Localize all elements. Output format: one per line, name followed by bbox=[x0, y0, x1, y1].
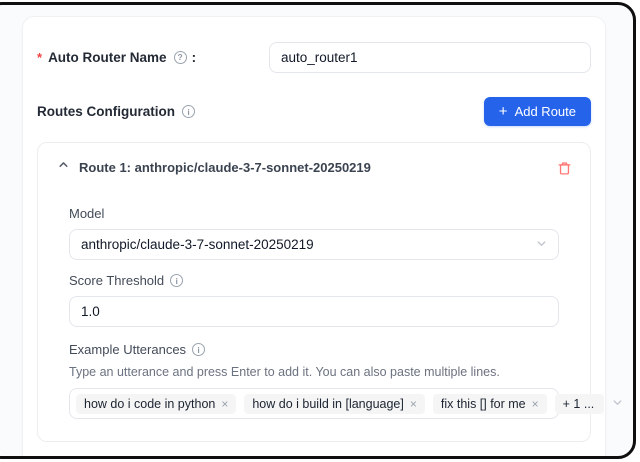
routes-configuration-row: Routes Configuration i + Add Route bbox=[37, 97, 591, 126]
utterance-tag: fix this [] for me × bbox=[433, 394, 547, 414]
label-colon: : bbox=[192, 50, 197, 65]
question-circle-icon[interactable]: ? bbox=[174, 51, 187, 64]
trash-icon bbox=[557, 161, 572, 176]
auto-router-name-label: * Auto Router Name ? : bbox=[37, 50, 269, 65]
collapse-up-icon[interactable] bbox=[58, 157, 69, 175]
model-selected-value: anthropic/claude-3-7-sonnet-20250219 bbox=[81, 237, 314, 252]
score-threshold-input[interactable] bbox=[69, 296, 559, 327]
route-1-panel: Route 1: anthropic/claude-3-7-sonnet-202… bbox=[37, 142, 591, 442]
utterances-tags-input[interactable]: how do i code in python × how do i build… bbox=[69, 388, 559, 419]
routes-configuration-label-text: Routes Configuration bbox=[37, 104, 175, 119]
auto-router-name-label-text: Auto Router Name bbox=[48, 50, 167, 65]
auto-router-form-card: * Auto Router Name ? : Routes Configurat… bbox=[22, 16, 606, 456]
auto-router-name-row: * Auto Router Name ? : bbox=[37, 41, 591, 73]
app-screen: * Auto Router Name ? : Routes Configurat… bbox=[0, 4, 634, 456]
add-route-button-label: Add Route bbox=[515, 104, 576, 119]
utterance-tag: how do i build in [language] × bbox=[244, 394, 425, 414]
info-circle-icon[interactable]: i bbox=[170, 274, 183, 287]
utterance-tag-text: fix this [] for me bbox=[441, 397, 526, 411]
routes-configuration-label: Routes Configuration i bbox=[37, 104, 195, 119]
chevron-down-icon bbox=[612, 395, 623, 413]
tag-remove-icon[interactable]: × bbox=[532, 398, 539, 410]
example-utterances-label-text: Example Utterances bbox=[69, 342, 186, 357]
utterance-tag: how do i code in python × bbox=[76, 394, 236, 414]
utterances-helper-text: Type an utterance and press Enter to add… bbox=[69, 365, 559, 379]
example-utterances-label: Example Utterances i bbox=[69, 342, 559, 357]
tag-remove-icon[interactable]: × bbox=[410, 398, 417, 410]
info-circle-icon[interactable]: i bbox=[192, 343, 205, 356]
score-threshold-label-text: Score Threshold bbox=[69, 273, 164, 288]
model-select[interactable]: anthropic/claude-3-7-sonnet-20250219 bbox=[69, 229, 559, 260]
route-1-delete-button[interactable] bbox=[555, 159, 574, 181]
auto-router-name-input[interactable] bbox=[269, 42, 591, 73]
model-label: Model bbox=[69, 206, 559, 221]
tag-remove-icon[interactable]: × bbox=[221, 398, 228, 410]
utterance-overflow-tag[interactable]: + 1 ... bbox=[555, 394, 605, 414]
route-1-body: Model anthropic/claude-3-7-sonnet-202502… bbox=[38, 191, 590, 441]
route-1-header[interactable]: Route 1: anthropic/claude-3-7-sonnet-202… bbox=[38, 143, 590, 191]
required-asterisk: * bbox=[37, 50, 42, 65]
info-circle-icon[interactable]: i bbox=[182, 105, 195, 118]
chevron-down-icon bbox=[536, 237, 547, 252]
plus-icon: + bbox=[499, 104, 508, 119]
model-label-text: Model bbox=[69, 206, 104, 221]
score-threshold-label: Score Threshold i bbox=[69, 273, 559, 288]
add-route-button[interactable]: + Add Route bbox=[484, 97, 591, 126]
utterance-tag-text: how do i build in [language] bbox=[252, 397, 404, 411]
utterance-tag-text: how do i code in python bbox=[84, 397, 215, 411]
route-1-title: Route 1: anthropic/claude-3-7-sonnet-202… bbox=[79, 155, 371, 175]
